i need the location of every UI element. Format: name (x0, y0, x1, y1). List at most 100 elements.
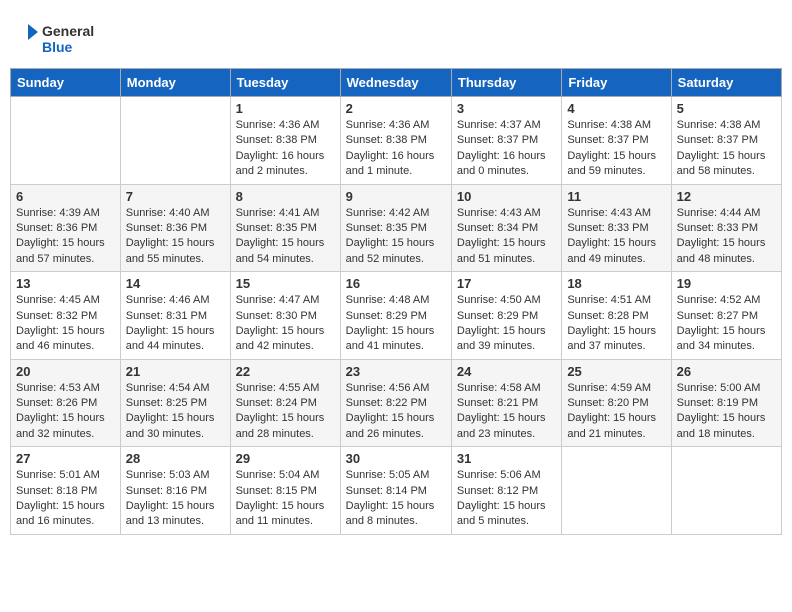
day-number: 1 (236, 101, 335, 116)
day-info: Sunrise: 5:06 AM Sunset: 8:12 PM Dayligh… (457, 468, 556, 530)
calendar-cell: 5Sunrise: 4:38 AM Sunset: 8:37 PM Daylig… (671, 97, 781, 185)
day-number: 10 (457, 189, 556, 204)
calendar-cell: 30 Sunrise: 5:05 AM Sunset: 8:14 PM Dayli… (340, 447, 451, 535)
day-info: Sunrise: 4:55 AM Sunset: 8:24 PM Dayligh… (236, 381, 335, 443)
calendar-cell: 13 Sunrise: 4:45 AM Sunset: 8:32 PM Dayli… (11, 272, 121, 360)
day-info: Sunrise: 4:45 AM Sunset: 8:32 PM Dayligh… (16, 293, 115, 355)
day-number: 2 (346, 101, 446, 116)
weekday-header-row: SundayMondayTuesdayWednesdayThursdayFrid… (11, 69, 782, 97)
weekday-header-tuesday: Tuesday (230, 69, 340, 97)
day-info: Sunrise: 4:43 AM Sunset: 8:34 PM Dayligh… (457, 206, 556, 268)
day-info: Sunrise: 4:38 AM Sunset: 8:37 PM Dayligh… (567, 118, 665, 180)
day-info: Sunrise: 4:36 AM Sunset: 8:38 PM Dayligh… (346, 118, 446, 180)
calendar-cell: 19Sunrise: 4:52 AM Sunset: 8:27 PM Dayli… (671, 272, 781, 360)
calendar-cell: 26 Sunrise: 5:00 AM Sunset: 8:19 PM Dayli… (671, 359, 781, 447)
day-number: 25 (567, 364, 665, 379)
day-info: Sunrise: 4:56 AM Sunset: 8:22 PM Dayligh… (346, 381, 446, 443)
calendar-cell: 25 Sunrise: 4:59 AM Sunset: 8:20 PM Dayli… (562, 359, 671, 447)
day-info: Sunrise: 4:41 AM Sunset: 8:35 PM Dayligh… (236, 206, 335, 268)
day-number: 20 (16, 364, 115, 379)
calendar-cell (120, 97, 230, 185)
day-info: Sunrise: 4:53 AM Sunset: 8:26 PM Dayligh… (16, 381, 115, 443)
weekday-header-wednesday: Wednesday (340, 69, 451, 97)
day-info: Sunrise: 4:59 AM Sunset: 8:20 PM Dayligh… (567, 381, 665, 443)
day-info: Sunrise: 4:36 AM Sunset: 8:38 PM Dayligh… (236, 118, 335, 180)
day-info: Sunrise: 4:37 AM Sunset: 8:37 PM Dayligh… (457, 118, 556, 180)
day-info: Sunrise: 5:03 AM Sunset: 8:16 PM Dayligh… (126, 468, 225, 530)
weekday-header-monday: Monday (120, 69, 230, 97)
logo: GeneralBlue (20, 18, 100, 58)
day-info: Sunrise: 4:39 AM Sunset: 8:36 PM Dayligh… (16, 206, 115, 268)
day-number: 28 (126, 451, 225, 466)
calendar-cell: 20 Sunrise: 4:53 AM Sunset: 8:26 PM Dayli… (11, 359, 121, 447)
calendar-cell (671, 447, 781, 535)
day-number: 12 (677, 189, 776, 204)
day-info: Sunrise: 4:48 AM Sunset: 8:29 PM Dayligh… (346, 293, 446, 355)
day-number: 30 (346, 451, 446, 466)
calendar-cell: 7 Sunrise: 4:40 AM Sunset: 8:36 PM Daylig… (120, 184, 230, 272)
day-number: 29 (236, 451, 335, 466)
day-info: Sunrise: 4:38 AM Sunset: 8:37 PM Dayligh… (677, 118, 776, 180)
day-info: Sunrise: 4:58 AM Sunset: 8:21 PM Dayligh… (457, 381, 556, 443)
calendar-cell: 6 Sunrise: 4:39 AM Sunset: 8:36 PM Daylig… (11, 184, 121, 272)
day-number: 4 (567, 101, 665, 116)
calendar-cell: 24 Sunrise: 4:58 AM Sunset: 8:21 PM Dayli… (451, 359, 561, 447)
weekday-header-friday: Friday (562, 69, 671, 97)
day-info: Sunrise: 4:42 AM Sunset: 8:35 PM Dayligh… (346, 206, 446, 268)
svg-text:General: General (42, 23, 94, 39)
calendar-week-row: 6 Sunrise: 4:39 AM Sunset: 8:36 PM Daylig… (11, 184, 782, 272)
day-info: Sunrise: 5:01 AM Sunset: 8:18 PM Dayligh… (16, 468, 115, 530)
calendar-cell: 27 Sunrise: 5:01 AM Sunset: 8:18 PM Dayli… (11, 447, 121, 535)
weekday-header-saturday: Saturday (671, 69, 781, 97)
day-info: Sunrise: 5:05 AM Sunset: 8:14 PM Dayligh… (346, 468, 446, 530)
day-info: Sunrise: 5:00 AM Sunset: 8:19 PM Dayligh… (677, 381, 776, 443)
weekday-header-sunday: Sunday (11, 69, 121, 97)
calendar-cell: 8 Sunrise: 4:41 AM Sunset: 8:35 PM Daylig… (230, 184, 340, 272)
calendar-cell: 15Sunrise: 4:47 AM Sunset: 8:30 PM Dayli… (230, 272, 340, 360)
calendar-cell: 22 Sunrise: 4:55 AM Sunset: 8:24 PM Dayli… (230, 359, 340, 447)
calendar-cell: 3Sunrise: 4:37 AM Sunset: 8:37 PM Daylig… (451, 97, 561, 185)
day-info: Sunrise: 4:51 AM Sunset: 8:28 PM Dayligh… (567, 293, 665, 355)
weekday-header-thursday: Thursday (451, 69, 561, 97)
day-number: 16 (346, 276, 446, 291)
page-header: GeneralBlue (10, 10, 782, 62)
day-number: 24 (457, 364, 556, 379)
calendar-cell: 21Sunrise: 4:54 AM Sunset: 8:25 PM Dayli… (120, 359, 230, 447)
calendar-cell: 2 Sunrise: 4:36 AM Sunset: 8:38 PM Daylig… (340, 97, 451, 185)
day-number: 22 (236, 364, 335, 379)
day-info: Sunrise: 4:44 AM Sunset: 8:33 PM Dayligh… (677, 206, 776, 268)
day-number: 19 (677, 276, 776, 291)
day-number: 26 (677, 364, 776, 379)
day-number: 18 (567, 276, 665, 291)
calendar-week-row: 1 Sunrise: 4:36 AM Sunset: 8:38 PM Daylig… (11, 97, 782, 185)
calendar-cell: 17 Sunrise: 4:50 AM Sunset: 8:29 PM Dayli… (451, 272, 561, 360)
day-info: Sunrise: 4:50 AM Sunset: 8:29 PM Dayligh… (457, 293, 556, 355)
calendar-cell: 16 Sunrise: 4:48 AM Sunset: 8:29 PM Dayli… (340, 272, 451, 360)
day-number: 17 (457, 276, 556, 291)
calendar-cell: 14 Sunrise: 4:46 AM Sunset: 8:31 PM Dayli… (120, 272, 230, 360)
day-info: Sunrise: 4:47 AM Sunset: 8:30 PM Dayligh… (236, 293, 335, 355)
calendar-cell: 9Sunrise: 4:42 AM Sunset: 8:35 PM Daylig… (340, 184, 451, 272)
day-info: Sunrise: 4:40 AM Sunset: 8:36 PM Dayligh… (126, 206, 225, 268)
day-info: Sunrise: 4:54 AM Sunset: 8:25 PM Dayligh… (126, 381, 225, 443)
calendar-cell (562, 447, 671, 535)
calendar-week-row: 13 Sunrise: 4:45 AM Sunset: 8:32 PM Dayli… (11, 272, 782, 360)
day-number: 31 (457, 451, 556, 466)
day-number: 14 (126, 276, 225, 291)
day-info: Sunrise: 5:04 AM Sunset: 8:15 PM Dayligh… (236, 468, 335, 530)
calendar-cell: 31 Sunrise: 5:06 AM Sunset: 8:12 PM Dayli… (451, 447, 561, 535)
day-number: 27 (16, 451, 115, 466)
calendar-cell: 1 Sunrise: 4:36 AM Sunset: 8:38 PM Daylig… (230, 97, 340, 185)
day-number: 23 (346, 364, 446, 379)
day-info: Sunrise: 4:46 AM Sunset: 8:31 PM Dayligh… (126, 293, 225, 355)
day-number: 6 (16, 189, 115, 204)
calendar-cell: 29 Sunrise: 5:04 AM Sunset: 8:15 PM Dayli… (230, 447, 340, 535)
calendar-cell (11, 97, 121, 185)
day-info: Sunrise: 4:43 AM Sunset: 8:33 PM Dayligh… (567, 206, 665, 268)
day-number: 13 (16, 276, 115, 291)
logo-svg: GeneralBlue (20, 18, 100, 58)
day-number: 7 (126, 189, 225, 204)
calendar-cell: 28 Sunrise: 5:03 AM Sunset: 8:16 PM Dayli… (120, 447, 230, 535)
day-number: 8 (236, 189, 335, 204)
calendar-cell: 12 Sunrise: 4:44 AM Sunset: 8:33 PM Dayli… (671, 184, 781, 272)
